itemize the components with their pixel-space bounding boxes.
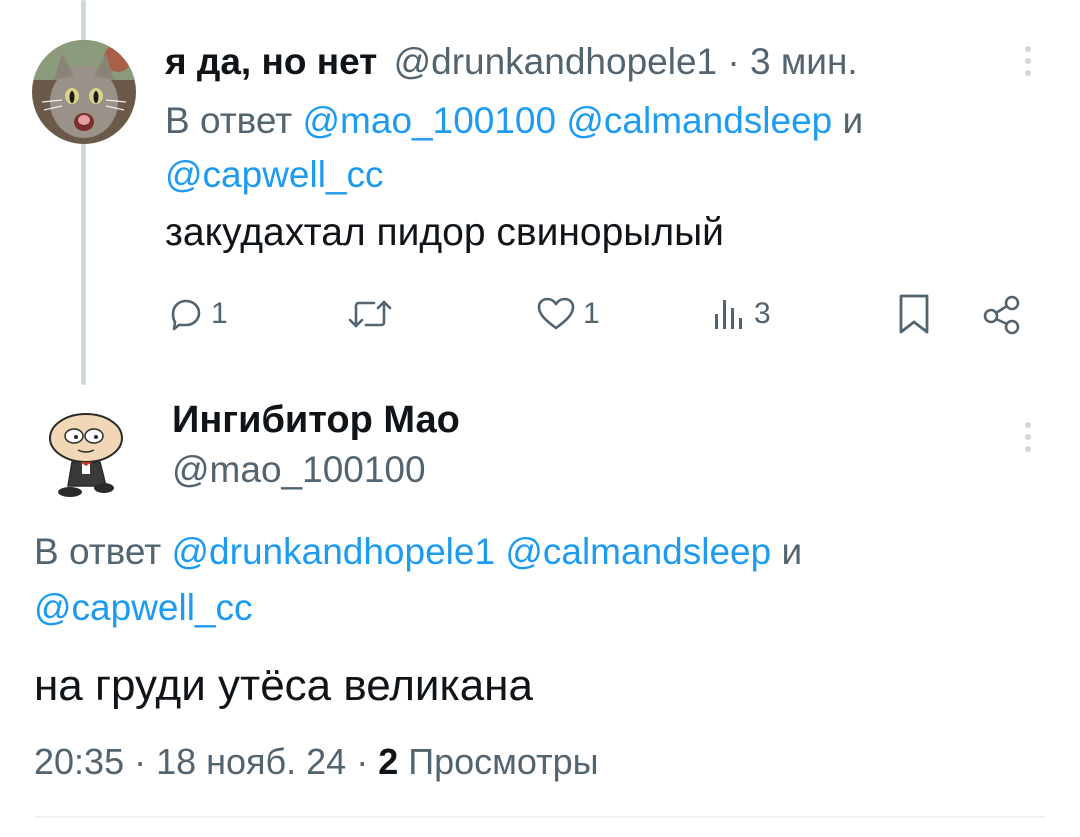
reply-tweet-header: я да, но нет @drunkandhopele1 · 3 мин. (165, 40, 858, 84)
views-label: Просмотры (398, 741, 599, 782)
main-author-handle[interactable]: @mao_100100 (172, 448, 426, 492)
avatar-reply-author[interactable] (32, 40, 136, 144)
retweet-button[interactable] (344, 286, 402, 342)
mention-link[interactable]: @mao_100100 (303, 100, 557, 141)
reply-timestamp[interactable]: 3 мин. (750, 41, 858, 82)
reply-button[interactable]: 1 (165, 286, 228, 342)
mention-link[interactable]: @capwell_cc (34, 587, 253, 628)
meta-dot: · (346, 741, 379, 782)
main-author-name[interactable]: Ингибитор Мао (172, 398, 460, 442)
reply-author-name[interactable]: я да, но нет (165, 41, 377, 82)
reply-author-handle[interactable]: @drunkandhopele1 (394, 41, 718, 82)
tweet-time[interactable]: 20:35 (34, 741, 124, 782)
bookmark-icon (899, 294, 929, 334)
views-icon (715, 300, 742, 329)
replying-prefix: В ответ (34, 531, 172, 572)
share-icon (983, 295, 1020, 335)
reply-action-bar: 1 1 3 (0, 286, 1080, 342)
heart-icon (537, 297, 575, 330)
like-count: 1 (583, 297, 600, 330)
avatar-main-author[interactable] (34, 402, 138, 506)
bookmark-button[interactable] (895, 286, 933, 342)
reply-replying-to: В ответ @mao_100100 @calmandsleep и @cap… (165, 94, 995, 202)
retweet-icon (348, 300, 392, 328)
mention-link[interactable]: @drunkandhopele1 (172, 531, 496, 572)
replying-conjunction: и (771, 531, 803, 572)
header-separator: · (717, 41, 750, 82)
bottom-divider (34, 816, 1046, 818)
views-total: 2 (378, 741, 399, 782)
more-vertical-icon[interactable] (1016, 412, 1040, 462)
mention-link[interactable]: @calmandsleep (505, 531, 771, 572)
main-tweet-text: на груди утёса великана (34, 661, 533, 710)
tweet-date[interactable]: 18 нояб. 24 (156, 741, 346, 782)
meta-dot: · (124, 741, 157, 782)
tweet-meta: 20:35 · 18 нояб. 24 · 2 Просмотры (34, 736, 599, 788)
main-replying-to: В ответ @drunkandhopele1 @calmandsleep и… (34, 524, 1014, 636)
mention-link[interactable]: @capwell_cc (165, 154, 384, 195)
share-button[interactable] (980, 286, 1024, 342)
reply-icon (171, 299, 201, 331)
like-button[interactable]: 1 (535, 286, 600, 342)
reply-count: 1 (211, 297, 228, 330)
cartoon-avatar-image (34, 402, 138, 506)
reply-tweet-text: закудахтал пидор свинорылый (165, 211, 724, 254)
replying-conjunction: и (832, 100, 864, 141)
cat-avatar-image (32, 40, 136, 144)
mention-link[interactable]: @calmandsleep (566, 100, 832, 141)
more-vertical-icon[interactable] (1016, 36, 1040, 86)
views-button[interactable]: 3 (712, 286, 771, 342)
replying-prefix: В ответ (165, 100, 303, 141)
views-count: 3 (754, 297, 771, 330)
